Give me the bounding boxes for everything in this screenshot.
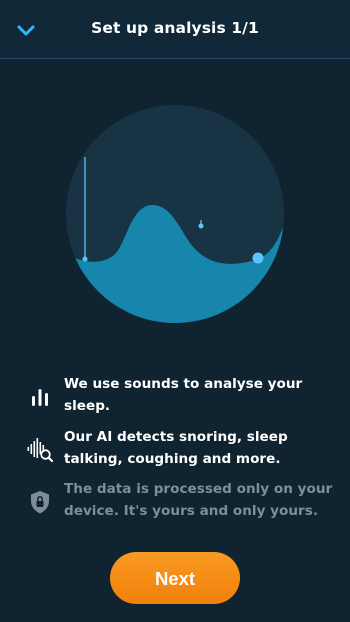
list-item-text: We use sounds to analyse your sleep. xyxy=(64,376,303,414)
marker-dot-right xyxy=(252,252,264,264)
lock-shield-icon xyxy=(31,491,49,514)
marker-dot-middle xyxy=(198,223,204,229)
list-item-text: Our AI detects snoring, sleep talking, c… xyxy=(64,429,288,467)
header-bar: Set up analysis 1/1 xyxy=(0,0,350,59)
next-button[interactable]: Next xyxy=(110,552,240,604)
setup-analysis-screen: Set up analysis 1/1 We use sounds to ana… xyxy=(0,0,350,622)
list-item-text: The data is processed only on your devic… xyxy=(64,481,333,519)
sleep-sound-illustration xyxy=(66,105,284,323)
sound-search-icon xyxy=(27,438,54,463)
page-title: Set up analysis 1/1 xyxy=(91,19,259,37)
marker-dot-left xyxy=(82,256,88,262)
sound-bars-icon xyxy=(32,389,48,406)
